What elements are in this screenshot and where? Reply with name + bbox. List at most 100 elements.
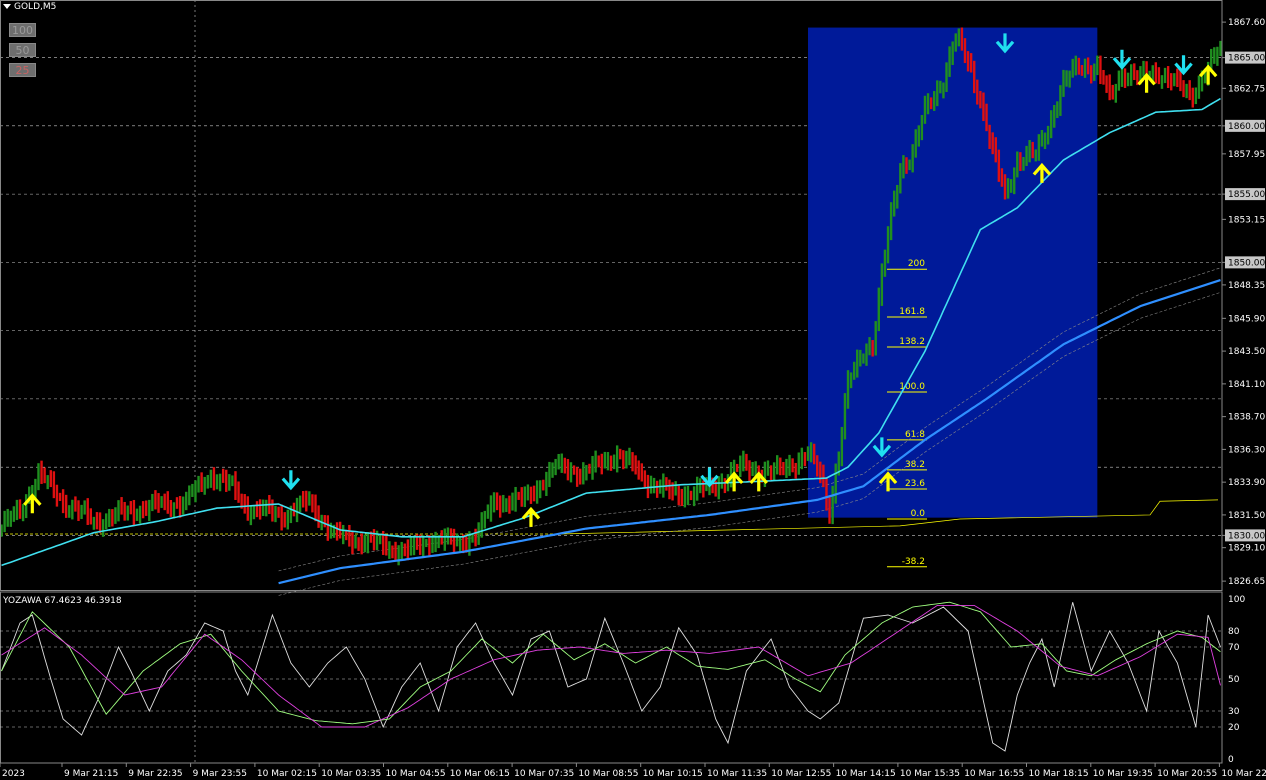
price-bar xyxy=(892,190,896,217)
time-tick-label: 10 Mar 07:35 xyxy=(514,769,574,779)
zoom-100-button[interactable]: 100 xyxy=(9,23,36,37)
time-tick-label: 10 Mar 06:15 xyxy=(450,769,510,779)
price-bar xyxy=(945,62,948,93)
price-bar xyxy=(1059,85,1062,116)
price-bar xyxy=(969,53,973,73)
price-bar xyxy=(966,51,970,72)
osc-frame xyxy=(0,591,1223,764)
price-bar xyxy=(1102,69,1105,85)
time-tick-label: 9 Mar 21:15 xyxy=(64,769,118,779)
price-bar xyxy=(455,533,459,547)
price-bar xyxy=(1166,66,1170,88)
price-bar xyxy=(739,455,742,478)
price-bar xyxy=(1108,74,1111,101)
price-bar xyxy=(862,353,865,364)
price-bar xyxy=(1213,47,1216,64)
price-bar xyxy=(400,541,403,560)
price-bar xyxy=(646,474,650,499)
price-bar xyxy=(902,155,905,179)
price-bar xyxy=(123,501,126,521)
price-bar xyxy=(129,501,133,515)
time-tick-label: 2023 xyxy=(2,769,25,779)
price-bar xyxy=(846,370,850,409)
price-bar xyxy=(261,499,265,516)
price-bar xyxy=(634,455,637,475)
buy-signal-arrow xyxy=(521,506,541,527)
price-bar xyxy=(689,490,693,501)
price-bar xyxy=(529,486,533,504)
price-bar xyxy=(809,442,813,463)
price-bar xyxy=(806,446,810,461)
price-bar xyxy=(172,502,176,519)
price-bar xyxy=(625,450,628,469)
time-tick-label: 10 Mar 12:55 xyxy=(771,769,831,779)
price-bar xyxy=(74,496,77,512)
price-bar xyxy=(98,512,102,534)
fib-level-label: 0.0 xyxy=(911,509,926,519)
chart-canvas[interactable]: 200161.8138.2100.061.838.223.60.0-38.2 1… xyxy=(0,0,1266,780)
price-bar xyxy=(1176,68,1179,88)
price-bar xyxy=(566,459,570,481)
price-bar xyxy=(948,46,951,77)
osc-series-line xyxy=(1,601,1221,725)
price-bar xyxy=(896,184,899,209)
price-bar xyxy=(43,467,46,484)
zoom-25-button[interactable]: 25 xyxy=(9,63,36,77)
price-bar xyxy=(21,504,25,522)
price-bar xyxy=(225,469,228,492)
price-bar xyxy=(686,485,690,505)
price-bar xyxy=(631,452,634,472)
price-bar xyxy=(1071,58,1074,78)
price-bar xyxy=(194,480,197,503)
price-bar xyxy=(24,494,28,519)
price-bar xyxy=(1049,110,1053,139)
price-bar xyxy=(385,535,388,556)
price-bar xyxy=(342,524,345,545)
fib-level-label: 200 xyxy=(908,259,925,269)
price-bar xyxy=(748,460,751,482)
price-bar xyxy=(209,469,213,488)
dropdown-triangle-icon[interactable] xyxy=(3,4,11,9)
price-bar xyxy=(1173,73,1176,87)
price-bar xyxy=(274,505,277,523)
arrow-shape xyxy=(521,506,541,527)
zoom-25-label: 25 xyxy=(15,64,30,77)
price-bar xyxy=(1025,145,1028,166)
price-bar xyxy=(175,497,179,509)
price-bar xyxy=(271,499,274,522)
price-bar xyxy=(409,536,413,556)
price-bar xyxy=(1142,60,1145,77)
zoom-50-label: 50 xyxy=(15,44,30,57)
fib-level-label: 61.8 xyxy=(905,430,925,440)
price-bar xyxy=(791,458,794,473)
price-bar xyxy=(452,528,456,553)
price-bar xyxy=(520,487,523,507)
price-bar xyxy=(495,492,499,511)
arrow-shape xyxy=(1174,55,1193,76)
price-bar xyxy=(489,495,493,522)
time-tick-label: 10 Mar 14:15 xyxy=(836,769,896,779)
price-bar xyxy=(917,125,921,147)
price-tick-label: 1830.00 xyxy=(1228,531,1265,541)
price-bar xyxy=(1022,157,1025,171)
fibonacci-zone[interactable] xyxy=(807,27,1098,518)
price-bar xyxy=(283,512,286,528)
price-bar xyxy=(197,475,200,493)
price-bar xyxy=(569,462,573,483)
price-bar xyxy=(699,478,702,494)
price-tick-label: 1857.95 xyxy=(1228,150,1265,160)
price-bar xyxy=(301,491,305,508)
buy-signal-arrow xyxy=(749,471,769,492)
price-bar xyxy=(563,457,567,474)
price-bar xyxy=(936,80,939,107)
price-bar xyxy=(212,467,216,491)
price-bar xyxy=(1080,65,1084,76)
price-bar xyxy=(831,485,834,525)
zoom-50-button[interactable]: 50 xyxy=(9,43,36,57)
price-bar xyxy=(502,494,505,513)
time-tick-label: 10 Mar 19:35 xyxy=(1093,769,1153,779)
price-bar xyxy=(905,157,908,174)
osc-tick-label: 30 xyxy=(1228,707,1240,717)
osc-tick-label: 50 xyxy=(1228,675,1240,685)
price-bar xyxy=(1000,168,1004,187)
